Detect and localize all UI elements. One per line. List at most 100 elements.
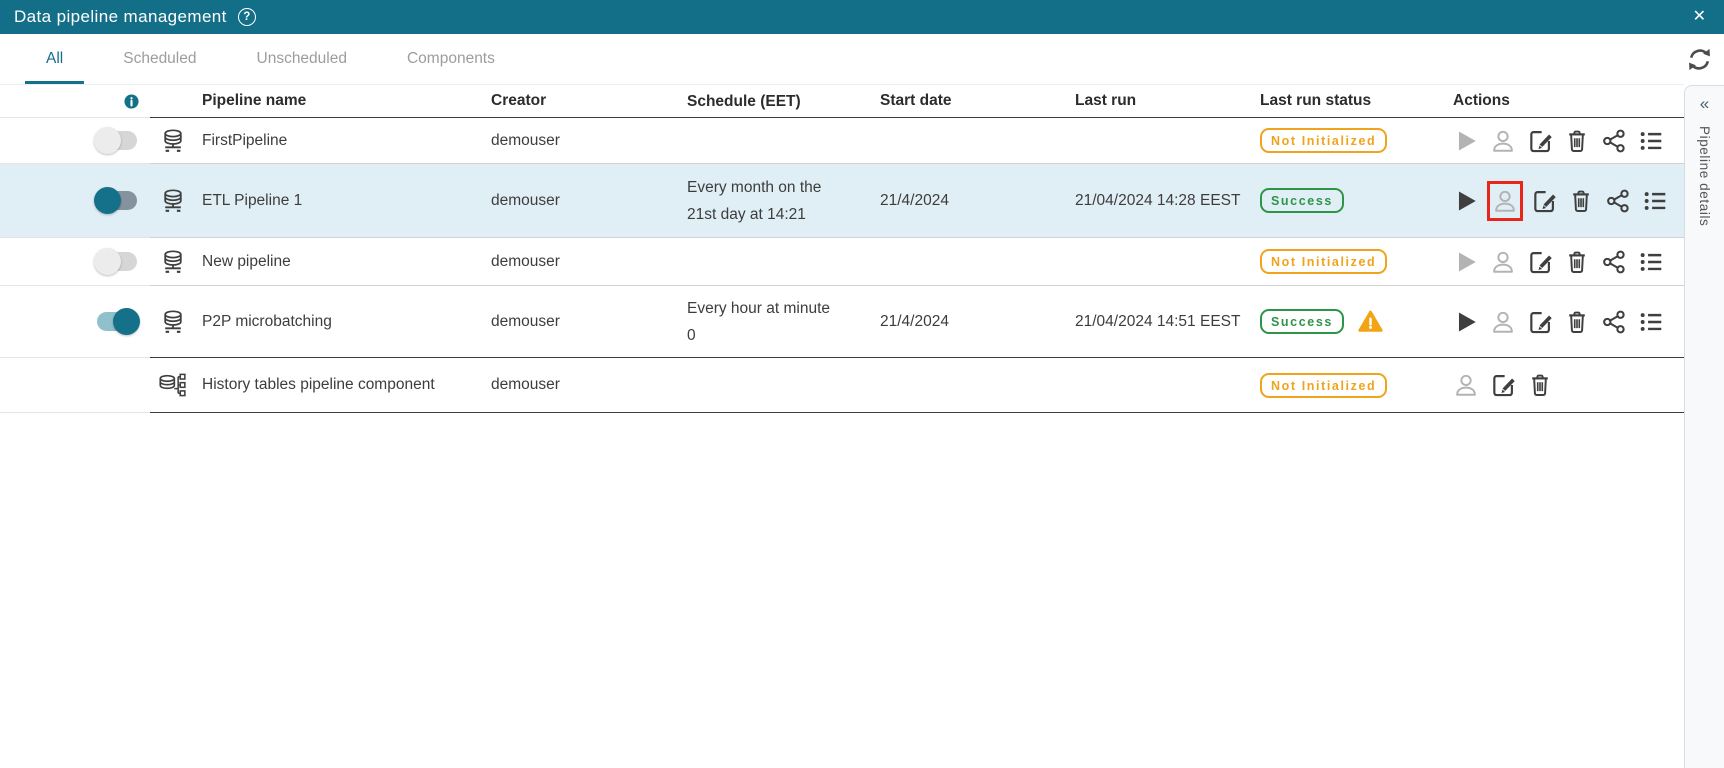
pipeline-name: ETL Pipeline 1 xyxy=(196,164,480,238)
status-badge: Not Initialized xyxy=(1260,249,1388,274)
status-badge: Success xyxy=(1260,188,1344,213)
start-date xyxy=(875,118,1070,164)
edit-button[interactable] xyxy=(1527,249,1553,275)
tab-all[interactable]: All xyxy=(25,34,85,84)
pipeline-details-label: Pipeline details xyxy=(1697,126,1712,227)
tab-unscheduled[interactable]: Unscheduled xyxy=(236,34,368,84)
actions-cell xyxy=(1445,164,1684,238)
run-button xyxy=(1453,249,1479,275)
header-schedule: Schedule (EET) xyxy=(680,85,875,118)
run-history-button[interactable] xyxy=(1642,188,1668,214)
pipeline-icon xyxy=(160,249,186,274)
edit-button[interactable] xyxy=(1490,372,1516,398)
run-button[interactable] xyxy=(1453,188,1479,214)
schedule-line-2: 0 xyxy=(687,326,696,344)
header-pipeline-name: Pipeline name xyxy=(196,85,480,118)
toggle-cell xyxy=(0,118,150,164)
creator: demouser xyxy=(480,238,680,286)
highlight-box xyxy=(1487,180,1523,221)
tab-bar: All Scheduled Unscheduled Components xyxy=(0,34,1724,84)
schedule-toggle[interactable] xyxy=(94,308,140,335)
type-cell xyxy=(150,118,196,164)
header-icon-col xyxy=(150,85,196,118)
delete-button[interactable] xyxy=(1568,188,1594,214)
schedule-line-1: Every month on the xyxy=(687,178,822,196)
type-cell xyxy=(150,164,196,238)
user-button xyxy=(1490,309,1516,335)
tab-scheduled[interactable]: Scheduled xyxy=(102,34,217,84)
delete-button[interactable] xyxy=(1527,372,1553,398)
share-button[interactable] xyxy=(1605,188,1631,214)
delete-button[interactable] xyxy=(1564,309,1590,335)
schedule-toggle[interactable] xyxy=(94,248,140,275)
pipeline-name: FirstPipeline xyxy=(196,118,480,164)
header-last-run-status: Last run status xyxy=(1258,85,1445,118)
tab-components[interactable]: Components xyxy=(386,34,516,84)
user-button xyxy=(1453,372,1479,398)
table-row-etl-pipeline-1: ETL Pipeline 1 demouser Every month on t… xyxy=(0,164,1684,238)
component-icon xyxy=(158,372,189,399)
delete-button[interactable] xyxy=(1564,249,1590,275)
toggle-cell xyxy=(0,164,150,238)
status-badge: Success xyxy=(1260,309,1344,334)
run-history-button[interactable] xyxy=(1638,309,1664,335)
pipelines-table: Pipeline name Creator Schedule (EET) Sta… xyxy=(0,84,1684,413)
pipeline-icon xyxy=(160,128,186,153)
actions-cell xyxy=(1445,286,1684,358)
info-icon[interactable] xyxy=(123,93,140,110)
pipeline-details-panel: « Pipeline details xyxy=(1684,85,1724,768)
status-cell: Not Initialized xyxy=(1258,118,1445,164)
status-badge: Not Initialized xyxy=(1260,372,1388,398)
user-button[interactable] xyxy=(1492,188,1518,214)
table-row-firstpipeline: FirstPipeline demouser Not Initialized xyxy=(0,118,1684,164)
status-cell: Success xyxy=(1258,286,1445,358)
run-history-button[interactable] xyxy=(1638,249,1664,275)
titlebar: Data pipeline management ? ✕ xyxy=(0,0,1724,34)
header-last-run: Last run xyxy=(1070,85,1258,118)
pipeline-name: History tables pipeline component xyxy=(196,358,480,413)
run-button xyxy=(1453,128,1479,154)
start-date xyxy=(875,238,1070,286)
expand-panel-chevron-icon[interactable]: « xyxy=(1694,93,1715,114)
schedule xyxy=(680,238,875,286)
type-cell xyxy=(150,238,196,286)
type-cell xyxy=(150,358,196,413)
share-button[interactable] xyxy=(1601,128,1627,154)
creator: demouser xyxy=(480,358,680,413)
start-date: 21/4/2024 xyxy=(875,286,1070,358)
edit-button[interactable] xyxy=(1527,309,1553,335)
share-button[interactable] xyxy=(1601,249,1627,275)
warning-icon[interactable] xyxy=(1358,309,1383,334)
help-icon[interactable]: ? xyxy=(237,8,256,26)
pipeline-icon xyxy=(160,309,186,334)
share-button[interactable] xyxy=(1601,309,1627,335)
toggle-cell xyxy=(0,358,150,413)
window-title: Data pipeline management xyxy=(14,7,227,26)
schedule-toggle[interactable] xyxy=(94,127,140,154)
last-run xyxy=(1070,358,1258,413)
header-creator: Creator xyxy=(480,85,680,118)
run-history-button[interactable] xyxy=(1638,128,1664,154)
actions-cell xyxy=(1445,118,1684,164)
schedule: Every month on the 21st day at 14:21 xyxy=(680,164,875,238)
table-row-history-tables-component: History tables pipeline component demous… xyxy=(0,358,1684,413)
schedule-toggle[interactable] xyxy=(94,187,140,214)
edit-button[interactable] xyxy=(1527,128,1553,154)
delete-button[interactable] xyxy=(1564,128,1590,154)
refresh-icon[interactable] xyxy=(1686,46,1713,73)
status-cell: Success xyxy=(1258,164,1445,238)
status-badge: Not Initialized xyxy=(1260,128,1388,153)
toggle-cell xyxy=(0,286,150,358)
actions-cell xyxy=(1445,238,1684,286)
user-button xyxy=(1490,128,1516,154)
run-button[interactable] xyxy=(1453,309,1479,335)
start-date: 21/4/2024 xyxy=(875,164,1070,238)
close-icon[interactable]: ✕ xyxy=(1689,7,1710,27)
toggle-cell xyxy=(0,238,150,286)
table-row-p2p-microbatching: P2P microbatching demouser Every hour at… xyxy=(0,286,1684,358)
edit-button[interactable] xyxy=(1531,188,1557,214)
creator: demouser xyxy=(480,118,680,164)
type-cell xyxy=(150,286,196,358)
schedule-line-2: 21st day at 14:21 xyxy=(687,205,806,223)
pipeline-icon xyxy=(160,188,186,213)
